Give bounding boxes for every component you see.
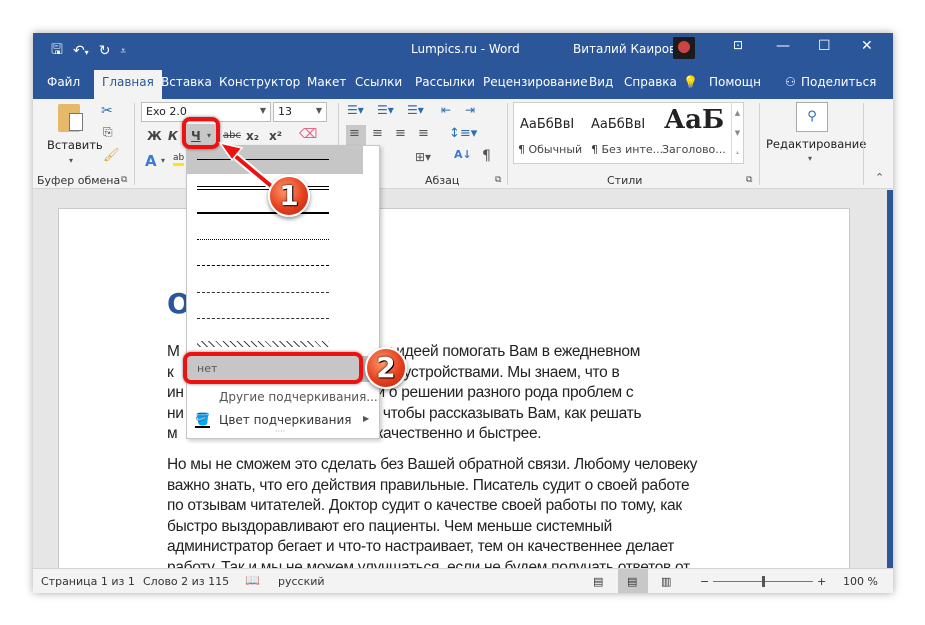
highlight-none-item [183,352,363,384]
step-badge-1: 1 [268,175,310,217]
step-badge-2: 2 [365,347,407,389]
annotation-arrow [218,141,285,199]
